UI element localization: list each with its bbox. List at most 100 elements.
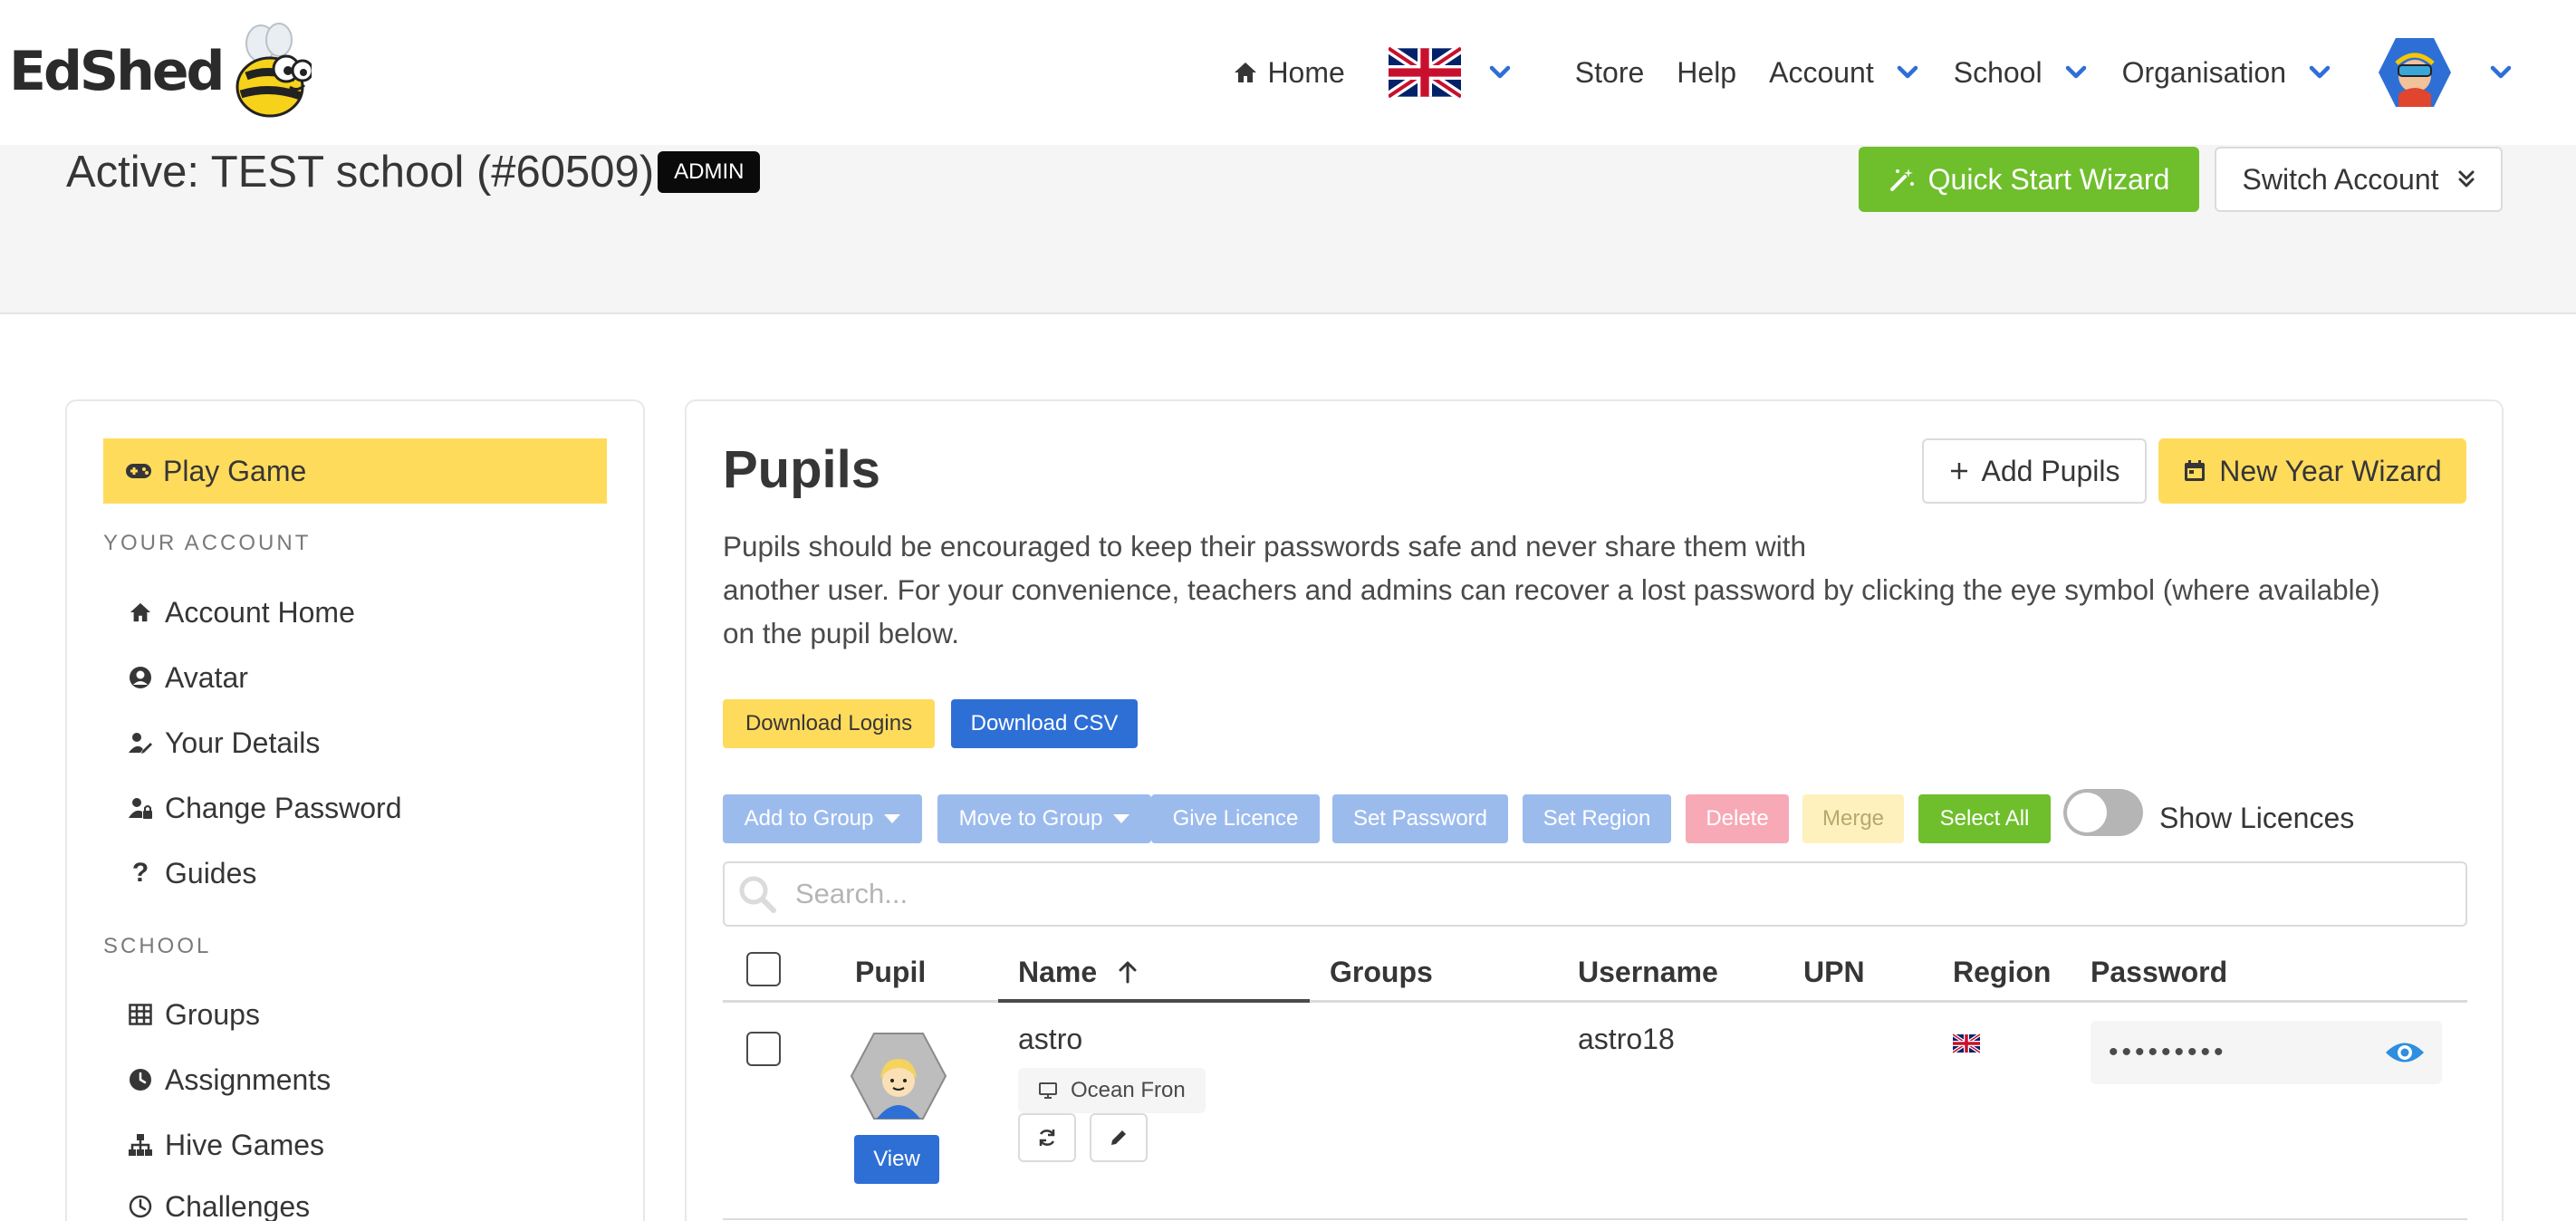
user-menu-dropdown[interactable]: [2350, 0, 2531, 145]
eye-icon[interactable]: [2384, 1039, 2426, 1066]
table-row: View astro Ocean Fron astro18 •••••••••: [723, 1003, 2467, 1220]
user-lock-icon: [127, 794, 154, 822]
set-password-button[interactable]: Set Password: [1332, 794, 1508, 843]
bee-logo-icon: [235, 23, 312, 118]
add-pupils-button[interactable]: Add Pupils: [1922, 438, 2147, 504]
download-csv-button[interactable]: Download CSV: [951, 699, 1138, 748]
column-name-label: Name: [1018, 956, 1098, 988]
nav-school-dropdown[interactable]: School: [1937, 0, 2106, 145]
search-input[interactable]: [795, 878, 2426, 910]
language-dropdown[interactable]: [1361, 0, 1530, 145]
sidebar-item-change-password[interactable]: Change Password: [127, 785, 401, 831]
sidebar-item-label: Hive Games: [165, 1128, 325, 1161]
view-pupil-button[interactable]: View: [854, 1135, 939, 1184]
user-circle-icon: [127, 664, 154, 691]
monitor-icon: [1039, 1082, 1057, 1099]
pupil-name: astro: [1018, 1023, 1083, 1055]
nav-store[interactable]: Store: [1530, 0, 1660, 145]
select-all-button[interactable]: Select All: [1918, 794, 2051, 843]
sidebar-item-guides[interactable]: ? Guides: [127, 851, 257, 896]
sidebar-item-label: Challenges: [165, 1189, 311, 1221]
chevron-down-icon: [2065, 65, 2086, 79]
chevron-down-icon: [2490, 65, 2512, 79]
column-region[interactable]: Region: [1953, 956, 2051, 989]
caret-down-icon: [1113, 814, 1130, 823]
show-licences-label: Show Licences: [2159, 801, 2355, 834]
download-logins-button[interactable]: Download Logins: [723, 699, 935, 748]
pupils-panel: Pupils Add Pupils New Year Wizard Pupils…: [685, 399, 2504, 1221]
row-checkbox[interactable]: [746, 1032, 781, 1066]
sidebar-item-label: Account Home: [165, 595, 355, 629]
add-to-group-button[interactable]: Add to Group: [723, 794, 922, 843]
new-year-wizard-label: New Year Wizard: [2219, 454, 2442, 487]
reset-pupil-button[interactable]: [1018, 1113, 1076, 1162]
region-uk-flag-icon: [1953, 1034, 1980, 1053]
search-icon: [739, 876, 776, 913]
home-icon: [1235, 62, 1257, 82]
pupil-username: astro18: [1578, 1023, 1675, 1055]
sidebar-item-play-game[interactable]: Play Game: [103, 438, 607, 504]
delete-button[interactable]: Delete: [1686, 794, 1789, 843]
switch-account-button[interactable]: Switch Account: [2215, 147, 2503, 212]
chevron-down-icon: [1489, 65, 1511, 79]
nav-store-label: Store: [1574, 55, 1645, 89]
nav-help[interactable]: Help: [1660, 0, 1753, 145]
merge-button[interactable]: Merge: [1802, 794, 1904, 843]
move-to-group-button[interactable]: Move to Group: [937, 794, 1151, 843]
gamepad-icon: [125, 457, 152, 485]
give-licence-button[interactable]: Give Licence: [1151, 794, 1320, 843]
edit-pupil-button[interactable]: [1090, 1113, 1148, 1162]
nav-organisation-dropdown[interactable]: Organisation: [2106, 0, 2350, 145]
pupils-table-header: Pupil Name Groups Username UPN Region Pa…: [723, 939, 2467, 1003]
nav-account-label: Account: [1769, 55, 1874, 89]
device-name: Ocean Fron: [1071, 1078, 1186, 1102]
nav-home-label: Home: [1267, 55, 1345, 89]
quick-start-label: Quick Start Wizard: [1927, 162, 2170, 196]
sidebar-item-groups[interactable]: Groups: [127, 992, 260, 1037]
magic-wand-icon: [1889, 168, 1914, 191]
page-title: Pupils: [723, 440, 881, 499]
table-grid-icon: [127, 1001, 154, 1028]
column-username[interactable]: Username: [1578, 956, 1718, 989]
sidebar-item-label: Assignments: [165, 1062, 332, 1096]
nav-menu: Home Store Help Account School Organisat…: [1216, 0, 2531, 145]
show-licences-toggle[interactable]: [2063, 789, 2143, 836]
column-pupil[interactable]: Pupil: [855, 956, 926, 989]
nav-school-label: School: [1953, 55, 2043, 89]
plus-icon: [1950, 463, 1967, 479]
nav-help-label: Help: [1677, 55, 1737, 89]
active-school-title: Active: TEST school (#60509) ADMIN: [66, 147, 761, 197]
refresh-icon: [1039, 1130, 1055, 1146]
sidebar-item-account-home[interactable]: Account Home: [127, 590, 355, 635]
sidebar-item-your-details[interactable]: Your Details: [127, 720, 320, 765]
edshed-logo[interactable]: EdShed: [9, 22, 312, 121]
sidebar-item-label: Play Game: [163, 454, 307, 487]
chevron-down-icon: [2309, 65, 2331, 79]
nav-account-dropdown[interactable]: Account: [1753, 0, 1937, 145]
pupils-description: Pupils should be encouraged to keep thei…: [723, 524, 2498, 655]
add-pupils-label: Add Pupils: [1981, 454, 2120, 487]
caret-down-icon: [884, 814, 901, 823]
sidebar-item-avatar[interactable]: Avatar: [127, 655, 248, 700]
set-region-button[interactable]: Set Region: [1523, 794, 1671, 843]
chevron-down-icon: [1897, 65, 1918, 79]
sidebar-item-label: Your Details: [165, 726, 321, 759]
column-groups[interactable]: Groups: [1330, 956, 1433, 989]
sidebar-item-assignments[interactable]: Assignments: [127, 1057, 331, 1102]
user-edit-icon: [127, 729, 154, 756]
sidebar-item-hive-games[interactable]: Hive Games: [127, 1122, 324, 1168]
pupil-avatar-icon: [850, 1033, 947, 1120]
sidebar-item-challenges[interactable]: Challenges: [127, 1184, 310, 1221]
column-name[interactable]: Name: [1018, 956, 1138, 989]
description-line: another user. For your convenience, teac…: [723, 573, 2380, 606]
active-school-name: Active: TEST school (#60509): [66, 148, 655, 197]
column-password[interactable]: Password: [2091, 956, 2227, 989]
nav-home[interactable]: Home: [1216, 0, 1360, 145]
quick-start-wizard-button[interactable]: Quick Start Wizard: [1859, 147, 2199, 212]
password-mask: •••••••••: [2109, 1037, 2227, 1067]
column-upn[interactable]: UPN: [1803, 956, 1865, 989]
nav-organisation-label: Organisation: [2121, 55, 2286, 89]
new-year-wizard-button[interactable]: New Year Wizard: [2158, 438, 2466, 504]
select-all-checkbox[interactable]: [746, 952, 781, 986]
sidebar-item-label: Avatar: [165, 660, 248, 694]
